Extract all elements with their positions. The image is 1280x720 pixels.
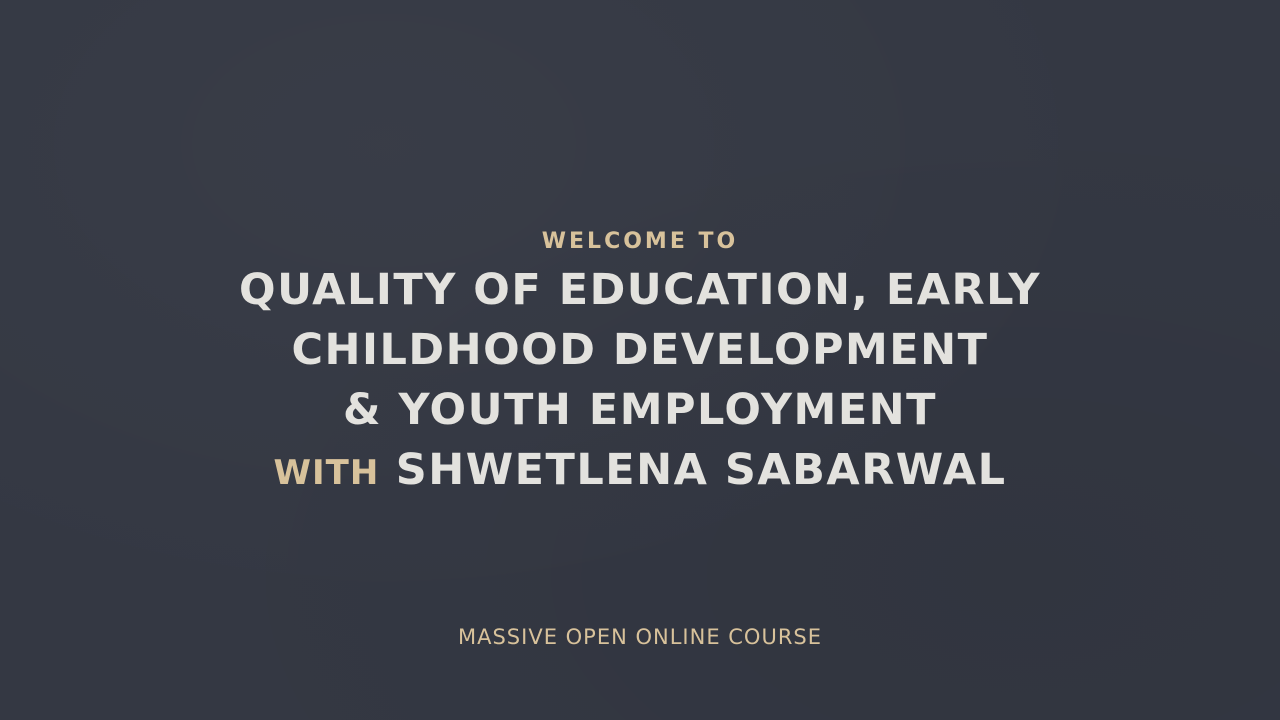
title-block: WELCOME TO QUALITY OF EDUCATION, EARLY C… <box>0 224 1280 500</box>
with-label: WITH <box>273 453 380 493</box>
instructor-name: SHWETLENA SABARWAL <box>395 445 1007 495</box>
course-type-label: MASSIVE OPEN ONLINE COURSE <box>457 625 823 649</box>
instructor-line: WITH SHWETLENA SABARWAL <box>0 440 1280 500</box>
course-title-line-2: CHILDHOOD DEVELOPMENT <box>291 325 989 375</box>
course-title-line-1: QUALITY OF EDUCATION, EARLY <box>239 265 1041 315</box>
course-title-line-3: & YOUTH EMPLOYMENT <box>342 385 938 435</box>
welcome-label: WELCOME TO <box>541 229 739 254</box>
